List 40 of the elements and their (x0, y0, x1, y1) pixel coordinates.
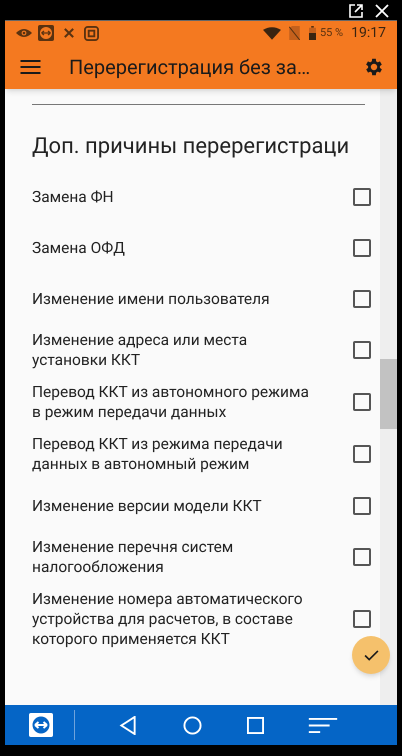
reason-label: Перевод ККТ из режима передачи данных в автономный режим (32, 434, 284, 474)
checkbox[interactable] (353, 238, 371, 256)
reason-label: Изменение имени пользователя (32, 288, 271, 308)
no-sim-icon (288, 26, 300, 40)
checkbox[interactable] (353, 290, 371, 308)
section-title: Доп. причины перерегистраци (32, 133, 350, 161)
checkbox[interactable] (353, 341, 371, 359)
check-icon (364, 650, 378, 660)
reason-label: Перевод ККТ из автономного режима в режим передачи данных (32, 382, 310, 422)
eye-icon (16, 28, 32, 38)
menu-icon[interactable] (20, 60, 41, 74)
checkbox[interactable] (353, 393, 371, 411)
battery-percentage: 55 % (320, 24, 344, 41)
clock: 19:17 (351, 24, 386, 42)
reason-label: Изменение версии модели ККТ (32, 496, 263, 516)
scrollbar-thumb[interactable] (380, 359, 397, 429)
popout-icon[interactable] (348, 3, 364, 19)
reason-label: Замена ОФД (32, 238, 126, 258)
back-icon[interactable] (119, 716, 137, 734)
scrollbar[interactable] (380, 89, 397, 705)
checkbox[interactable] (353, 445, 371, 463)
reason-label: Изменение номера автоматического устройства для расчетов, в составе которого применяется ККТ (32, 589, 304, 649)
remote-control-icon[interactable] (29, 713, 53, 737)
checkbox[interactable] (353, 610, 371, 628)
reason-label: Замена ФН (32, 186, 115, 206)
square-icon (84, 26, 99, 40)
home-icon[interactable] (183, 716, 202, 734)
reason-label: Изменение адреса или места установки ККТ (32, 330, 248, 370)
confirm-button[interactable] (352, 636, 390, 674)
checkbox[interactable] (353, 548, 371, 566)
battery-icon (308, 26, 316, 40)
checkbox[interactable] (353, 188, 371, 206)
checkbox[interactable] (353, 496, 371, 514)
close-icon[interactable] (374, 3, 390, 19)
wifi-icon (262, 26, 281, 40)
remote-control-icon (38, 25, 54, 41)
app-bar-title: Перерегистрация без за… (69, 54, 312, 81)
reason-label: Изменение перечня систем налогообложения (32, 537, 234, 577)
recent-apps-icon[interactable] (247, 716, 264, 734)
cross-icon (64, 28, 74, 38)
